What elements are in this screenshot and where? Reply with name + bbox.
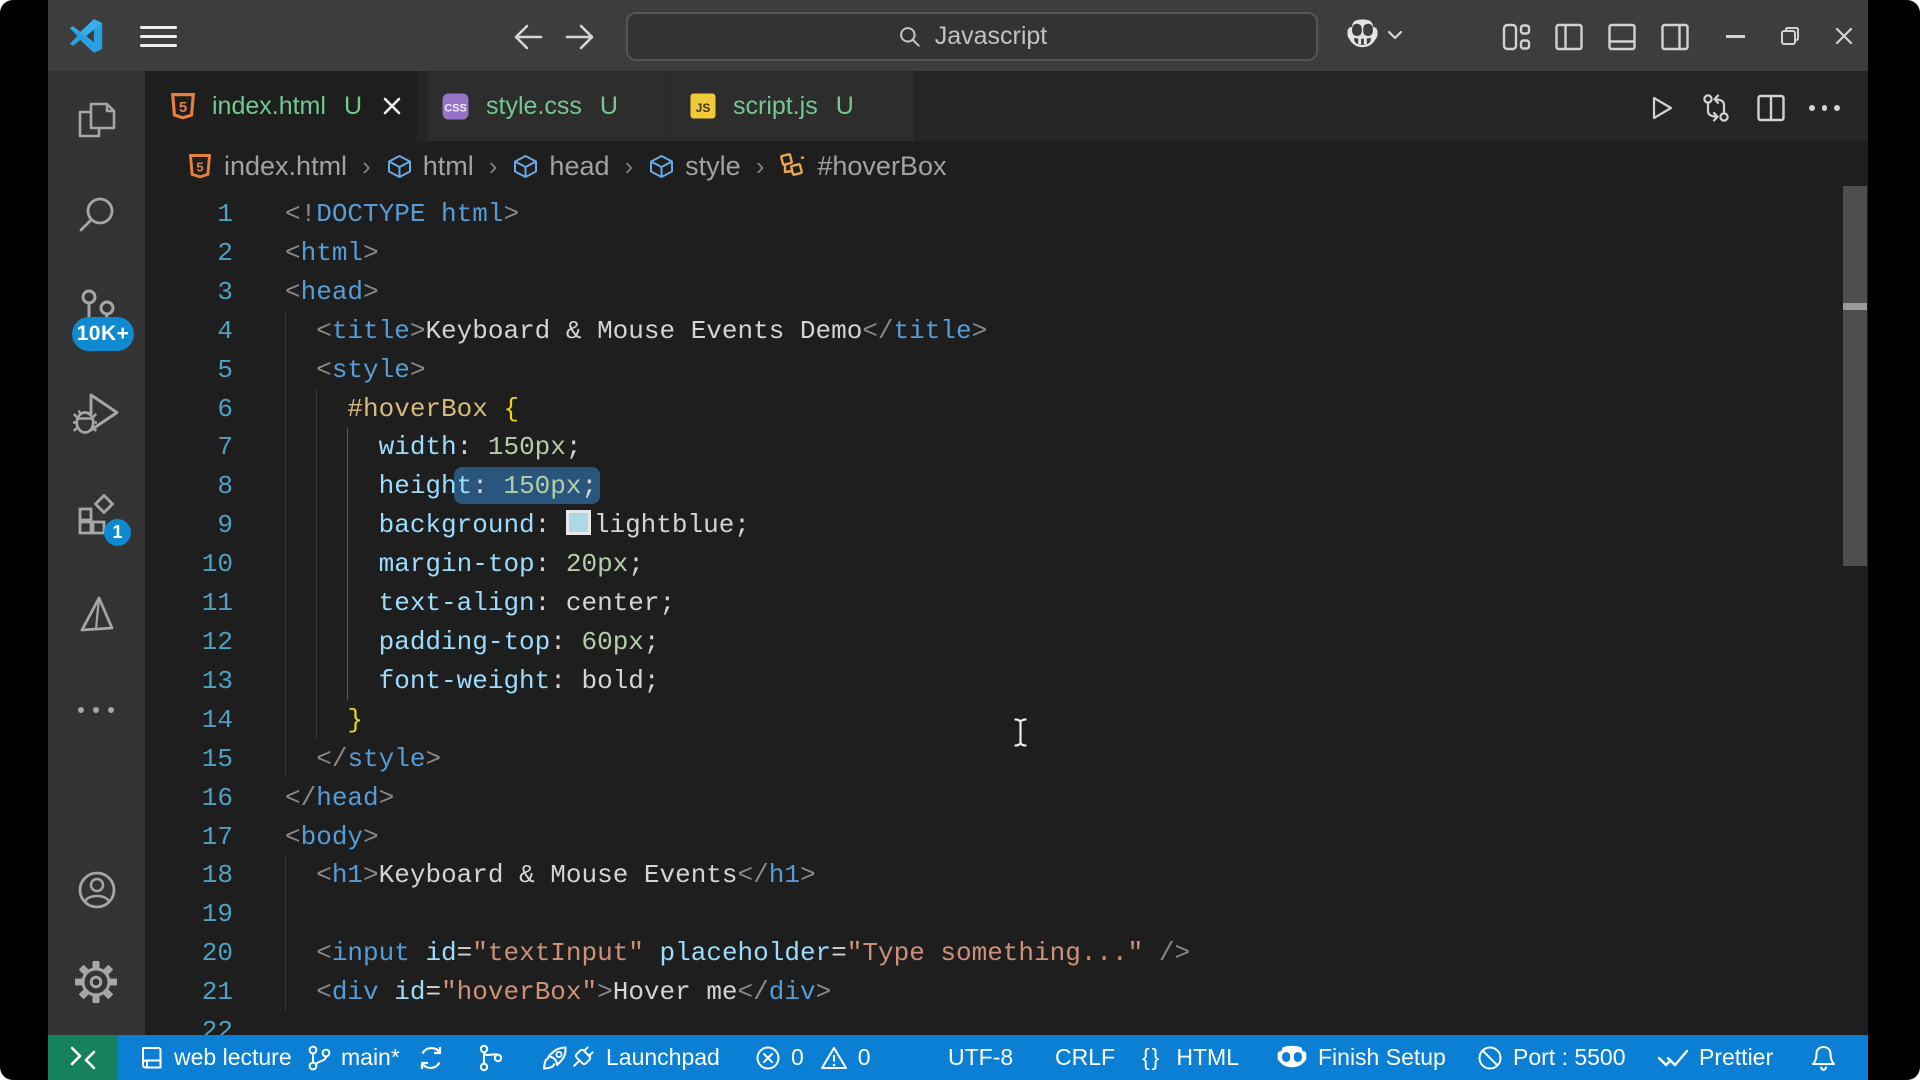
svg-text:5: 5 xyxy=(196,160,203,175)
svg-text:CSS: CSS xyxy=(444,102,467,114)
svg-text:JS: JS xyxy=(696,101,711,115)
svg-text:5: 5 xyxy=(179,99,187,116)
